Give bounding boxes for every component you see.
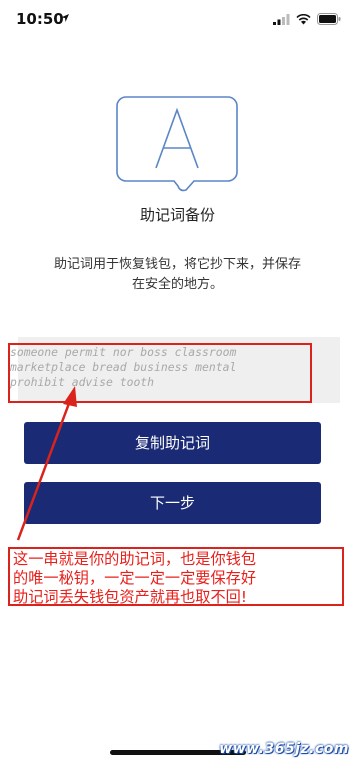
annotation-line: 这一串就是你的助记词，也是你钱包 [13, 550, 256, 568]
wifi-icon [296, 13, 311, 24]
mnemonic-highlight-frame [8, 343, 312, 403]
annotation-warning: 这一串就是你的助记词，也是你钱包 的唯一秘钥，一定一定一定要保存好 助记词丢失钱… [8, 547, 344, 606]
location-arrow-icon [61, 14, 69, 22]
wallet-logo-icon [116, 96, 238, 192]
next-step-button[interactable]: 下一步 [24, 482, 321, 524]
watermark: www.365jz.com [219, 741, 349, 757]
battery-icon [317, 13, 341, 25]
status-bar: 10:50 [0, 0, 355, 38]
annotation-line: 的唯一秘钥，一定一定一定要保存好 [13, 569, 256, 587]
description-line: 助记词用于恢复钱包，将它抄下来，并保存 [53, 257, 301, 272]
signal-icon [273, 13, 290, 25]
status-time: 10:50 [16, 10, 64, 28]
annotation-line: 助记词丢失钱包资产就再也取不回! [13, 588, 247, 606]
copy-mnemonic-button[interactable]: 复制助记词 [24, 422, 321, 464]
status-indicators [273, 13, 341, 25]
description-line: 在安全的地方。 [131, 277, 223, 292]
page-description: 助记词用于恢复钱包，将它抄下来，并保存 在安全的地方。 [26, 255, 329, 295]
page-title: 助记词备份 [139, 206, 215, 224]
